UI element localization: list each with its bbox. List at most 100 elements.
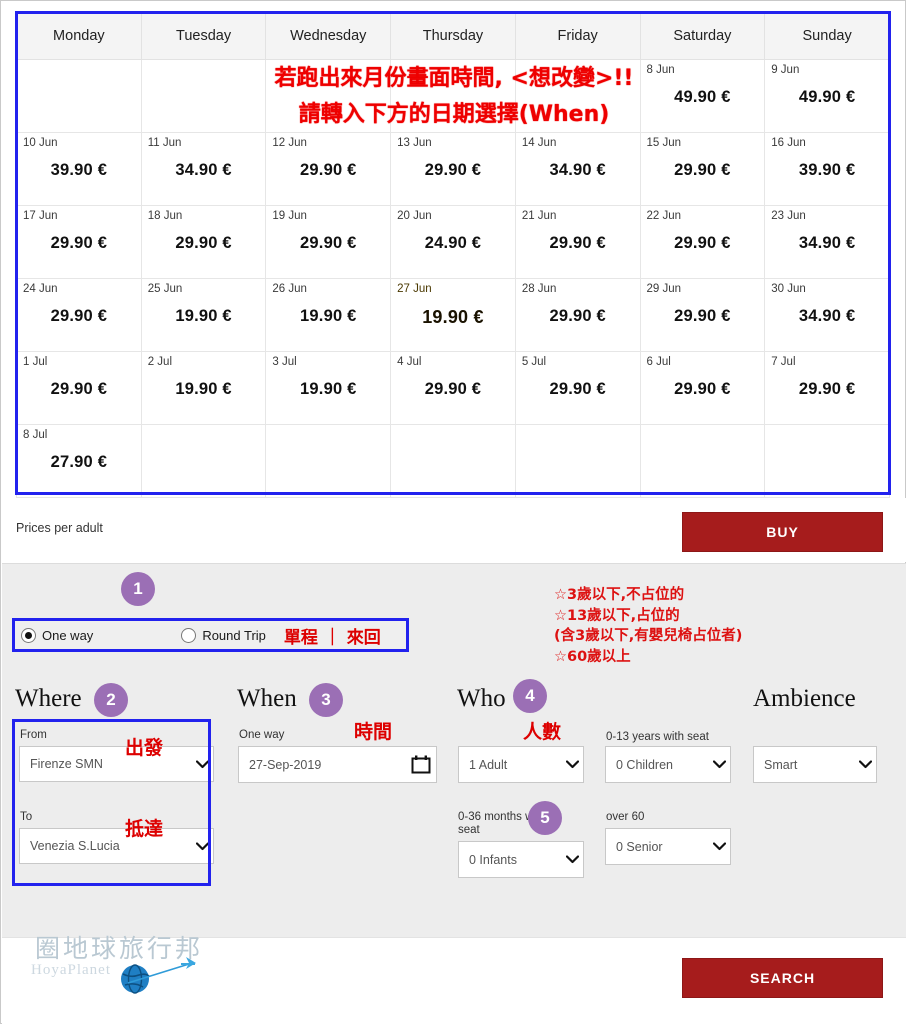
- from-select[interactable]: Firenze SMN: [19, 746, 214, 782]
- calendar-day-price: 34.90 €: [175, 161, 232, 179]
- calendar-day-cell[interactable]: 1 Jul 29.90 €: [16, 351, 142, 425]
- calendar-day-cell[interactable]: 12 Jun 29.90 €: [265, 132, 392, 206]
- radio-one-way[interactable]: [21, 627, 36, 643]
- calendar-day-cell[interactable]: 9 Jun 49.90 €: [764, 59, 890, 133]
- from-label: From: [20, 729, 47, 741]
- price-calendar: Monday Tuesday Wednesday Thursday Friday Satu…: [9, 7, 897, 498]
- calendar-day-date: 13 Jun: [397, 137, 432, 149]
- calendar-day-cell[interactable]: 15 Jun 29.90 €: [639, 132, 766, 206]
- children-label: 0-13 years with seat: [606, 731, 709, 743]
- step-badge-1: 1: [121, 572, 155, 606]
- calendar-day-price: 34.90 €: [798, 307, 856, 325]
- calendar-day-date: 26 Jun: [272, 283, 307, 295]
- chevron-down-icon: [708, 760, 730, 769]
- calendar-header-friday: Friday: [514, 12, 641, 60]
- calendar-day-date: 15 Jun: [646, 137, 682, 149]
- calendar-day-date: 6 Jul: [646, 356, 671, 368]
- calendar-day-date: 7 Jul: [771, 356, 796, 368]
- calendar-day-cell[interactable]: 2 Jul 19.90 €: [140, 351, 267, 425]
- calendar-day-date: 25 Jun: [147, 283, 183, 295]
- calendar-day-cell[interactable]: 18 Jun 29.90 €: [140, 205, 267, 279]
- calendar-day-date: 8 Jun: [646, 64, 675, 76]
- ambience-value: Smart: [764, 757, 798, 772]
- calendar-week-row: 1 Jul 29.90 €2 Jul 19.90 €3 Jul 19.90 €4 Ju…: [16, 351, 890, 425]
- calendar-day-cell[interactable]: 22 Jun 29.90 €: [639, 205, 766, 279]
- senior-select[interactable]: 0 Senior: [605, 828, 731, 865]
- children-select[interactable]: 0 Children: [605, 746, 731, 783]
- to-select[interactable]: Venezia S.Lucia: [19, 828, 214, 864]
- calendar-day-price: 39.90 €: [50, 161, 108, 179]
- calendar-day-cell[interactable]: 10 Jun 39.90 €: [16, 132, 142, 206]
- where-heading: Where: [15, 685, 82, 712]
- step-badge-5: 5: [528, 801, 562, 835]
- calendar-day-cell[interactable]: 17 Jun 29.90 €: [16, 205, 142, 279]
- calendar-day-price: 29.90 €: [300, 234, 357, 252]
- trip-type-row: One way Round Trip 單程 ｜ 來回: [12, 618, 409, 652]
- calendar-empty-cell: [140, 59, 267, 133]
- senior-label: over 60: [606, 811, 645, 823]
- calendar-day-price: 39.90 €: [798, 161, 856, 179]
- calendar-day-cell[interactable]: 23 Jun 34.90 €: [764, 205, 890, 279]
- calendar-day-date: 5 Jul: [521, 356, 547, 368]
- step-badge-3: 3: [309, 683, 343, 717]
- calendar-week-row: 8 Jun 49.90 € 9 Jun 49.90 €: [16, 59, 890, 133]
- calendar-day-cell[interactable]: 4 Jul 29.90 €: [390, 351, 516, 425]
- calendar-day-price: 29.90 €: [549, 307, 606, 325]
- calendar-day-date: 30 Jun: [771, 283, 806, 295]
- calendar-day-cell[interactable]: 24 Jun 29.90 €: [16, 278, 142, 352]
- calendar-day-price: 29.90 €: [50, 234, 108, 252]
- infants-select[interactable]: 0 Infants: [458, 841, 584, 878]
- app-page: Monday Tuesday Wednesday Thursday Friday Satu…: [0, 0, 906, 1025]
- calendar-day-cell[interactable]: 5 Jul 29.90 €: [514, 351, 641, 425]
- calendar-day-date: 9 Jun: [771, 64, 800, 76]
- search-button[interactable]: SEARCH: [682, 958, 883, 998]
- calendar-day-cell[interactable]: 6 Jul 29.90 €: [639, 351, 766, 425]
- calendar-week-row: 10 Jun 39.90 €11 Jun 34.90 €12 Jun 29.90 €1…: [16, 132, 890, 206]
- calendar-day-cell[interactable]: 3 Jul 19.90 €: [265, 351, 392, 425]
- age-policy-annotation: ☆3歲以下,不占位的 ☆13歲以下,占位的 (含3歲以下,有嬰兒椅占位者) ☆6…: [554, 585, 742, 667]
- calendar-day-date: 22 Jun: [646, 210, 682, 222]
- calendar-day-cell[interactable]: 8 Jun 49.90 €: [639, 59, 766, 133]
- calendar-icon[interactable]: [406, 755, 436, 774]
- price-calendar-table: Monday Tuesday Wednesday Thursday Friday Satu…: [16, 12, 890, 498]
- calendar-day-cell[interactable]: 25 Jun 19.90 €: [140, 278, 267, 352]
- calendar-day-cell[interactable]: 29 Jun 29.90 €: [639, 278, 766, 352]
- calendar-day-price: 19.90 €: [300, 380, 357, 398]
- calendar-day-price: 29.90 €: [549, 234, 606, 252]
- calendar-day-cell[interactable]: 28 Jun 29.90 €: [514, 278, 641, 352]
- calendar-day-cell[interactable]: 30 Jun 34.90 €: [764, 278, 890, 352]
- buy-button[interactable]: BUY: [682, 512, 883, 552]
- calendar-day-date: 27 Jun: [397, 283, 432, 295]
- calendar-day-date: 10 Jun: [23, 137, 58, 149]
- calendar-day-price: 29.90 €: [424, 380, 482, 398]
- calendar-day-cell[interactable]: 13 Jun 29.90 €: [390, 132, 516, 206]
- calendar-day-price: 29.90 €: [674, 234, 731, 252]
- adults-select[interactable]: 1 Adult: [458, 746, 584, 783]
- to-annotation: 抵達: [125, 818, 164, 840]
- calendar-day-price: 34.90 €: [549, 161, 606, 179]
- calendar-day-cell[interactable]: 11 Jun 34.90 €: [140, 132, 267, 206]
- radio-round-trip[interactable]: [181, 627, 197, 643]
- departure-date-input[interactable]: 27-Sep-2019: [238, 746, 437, 783]
- calendar-day-cell[interactable]: 21 Jun 29.90 €: [514, 205, 641, 279]
- calendar-day-cell[interactable]: 20 Jun 24.90 €: [390, 205, 516, 279]
- calendar-day-cell[interactable]: 7 Jul 29.90 €: [764, 351, 890, 425]
- when-field-label: One way: [239, 729, 285, 741]
- infants-value: 0 Infants: [469, 852, 517, 867]
- calendar-empty-cell: [390, 59, 516, 133]
- calendar-day-cell[interactable]: 19 Jun 29.90 €: [265, 205, 392, 279]
- calendar-day-cell[interactable]: 16 Jun 39.90 €: [764, 132, 890, 206]
- chevron-down-icon: [561, 760, 583, 769]
- when-heading: When: [237, 685, 297, 712]
- calendar-day-cell[interactable]: 27 Jun 19.90 €: [390, 278, 516, 352]
- calendar-header-monday: Monday: [16, 12, 142, 60]
- ambience-select[interactable]: Smart: [753, 746, 877, 783]
- calendar-day-cell[interactable]: 26 Jun 19.90 €: [265, 278, 392, 352]
- calendar-day-date: 19 Jun: [272, 210, 307, 222]
- calendar-empty-cell: [265, 59, 392, 133]
- calendar-day-date: 12 Jun: [272, 137, 307, 149]
- age-note-4: ☆60歲以上: [554, 648, 631, 665]
- calendar-day-cell[interactable]: 14 Jun 34.90 €: [514, 132, 641, 206]
- calendar-day-cell[interactable]: 8 Jul 27.90 €: [16, 424, 142, 498]
- to-label: To: [20, 811, 33, 823]
